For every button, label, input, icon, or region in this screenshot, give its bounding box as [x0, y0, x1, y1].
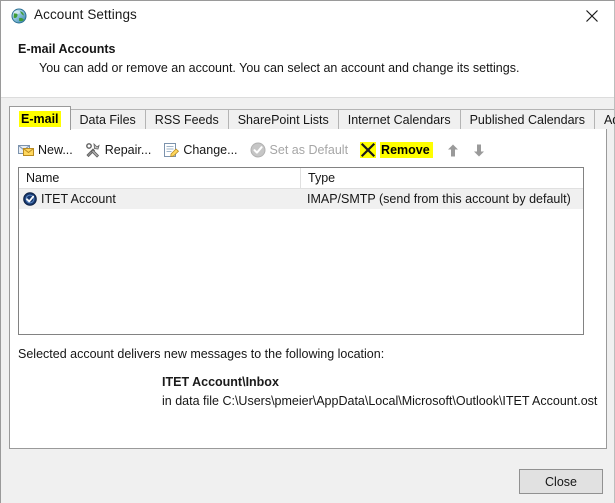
account-name-text: ITET Account: [41, 192, 116, 206]
set-as-default-button: Set as Default: [250, 139, 349, 161]
tab-published-calendars[interactable]: Published Calendars: [459, 109, 595, 130]
accounts-list-header: Name Type: [19, 168, 583, 189]
dialog-footer: Close: [1, 457, 615, 503]
tab-sharepoint-lists[interactable]: SharePoint Lists: [227, 109, 339, 130]
repair-account-button[interactable]: Repair...: [85, 139, 152, 161]
tab-published-calendars-label: Published Calendars: [469, 113, 585, 127]
email-tab-panel: New... Repair... Change... Set as Defaul…: [9, 129, 607, 449]
tab-rss-feeds[interactable]: RSS Feeds: [144, 109, 229, 130]
delivery-target: ITET Account\Inbox: [162, 375, 279, 389]
dialog-body: E-mail Data Files RSS Feeds SharePoint L…: [1, 97, 615, 458]
new-account-button[interactable]: New...: [18, 139, 73, 161]
remove-account-button[interactable]: Remove: [360, 139, 433, 161]
account-type-cell: IMAP/SMTP (send from this account by def…: [307, 192, 571, 206]
close-icon[interactable]: [569, 1, 615, 31]
change-account-label: Change...: [183, 143, 238, 157]
accounts-toolbar: New... Repair... Change... Set as Defaul…: [18, 139, 497, 161]
new-account-label: New...: [38, 143, 73, 157]
table-row[interactable]: ITET Account IMAP/SMTP (send from this a…: [19, 189, 583, 209]
tab-data-files[interactable]: Data Files: [69, 109, 146, 130]
arrow-down-icon[interactable]: [471, 139, 487, 161]
tab-strip: E-mail Data Files RSS Feeds SharePoint L…: [9, 106, 615, 130]
page-description: You can add or remove an account. You ca…: [39, 61, 520, 75]
tab-data-files-label: Data Files: [79, 113, 136, 127]
tab-internet-calendars[interactable]: Internet Calendars: [337, 109, 461, 130]
tab-address-books-label: Address Books: [603, 113, 615, 127]
column-header-type[interactable]: Type: [301, 168, 583, 188]
remove-x-icon: [360, 142, 377, 158]
new-mail-icon: [18, 142, 34, 158]
check-circle-icon: [250, 142, 266, 158]
account-settings-dialog: Account Settings E-mail Accounts You can…: [0, 0, 615, 503]
set-as-default-label: Set as Default: [269, 143, 349, 157]
header-section: E-mail Accounts You can add or remove an…: [1, 31, 615, 97]
default-account-check-icon: [23, 192, 37, 206]
window-title: Account Settings: [34, 7, 137, 22]
change-account-icon: [163, 142, 180, 158]
accounts-list[interactable]: Name Type ITET Account IMAP/SMTP (send f…: [18, 167, 584, 335]
delivery-path: in data file C:\Users\pmeier\AppData\Loc…: [162, 394, 598, 408]
delivery-info: Selected account delivers new messages t…: [18, 347, 598, 408]
tab-address-books[interactable]: Address Books: [593, 109, 615, 130]
column-header-name[interactable]: Name: [19, 168, 301, 188]
arrow-up-icon[interactable]: [445, 139, 461, 161]
repair-tools-icon: [85, 142, 101, 158]
account-name-cell: ITET Account: [19, 192, 300, 206]
title-bar: Account Settings: [1, 1, 615, 31]
repair-account-label: Repair...: [104, 143, 152, 157]
tab-email-label: E-mail: [19, 110, 61, 127]
tab-sharepoint-lists-label: SharePoint Lists: [237, 113, 329, 127]
remove-account-label: Remove: [380, 142, 433, 158]
delivery-label: Selected account delivers new messages t…: [18, 347, 385, 361]
tab-email[interactable]: E-mail: [9, 106, 71, 130]
change-account-button[interactable]: Change...: [163, 139, 238, 161]
tab-internet-calendars-label: Internet Calendars: [347, 113, 451, 127]
outlook-globe-icon: [11, 8, 27, 24]
close-button[interactable]: Close: [519, 469, 603, 494]
tab-rss-feeds-label: RSS Feeds: [154, 113, 219, 127]
page-title: E-mail Accounts: [18, 42, 116, 56]
